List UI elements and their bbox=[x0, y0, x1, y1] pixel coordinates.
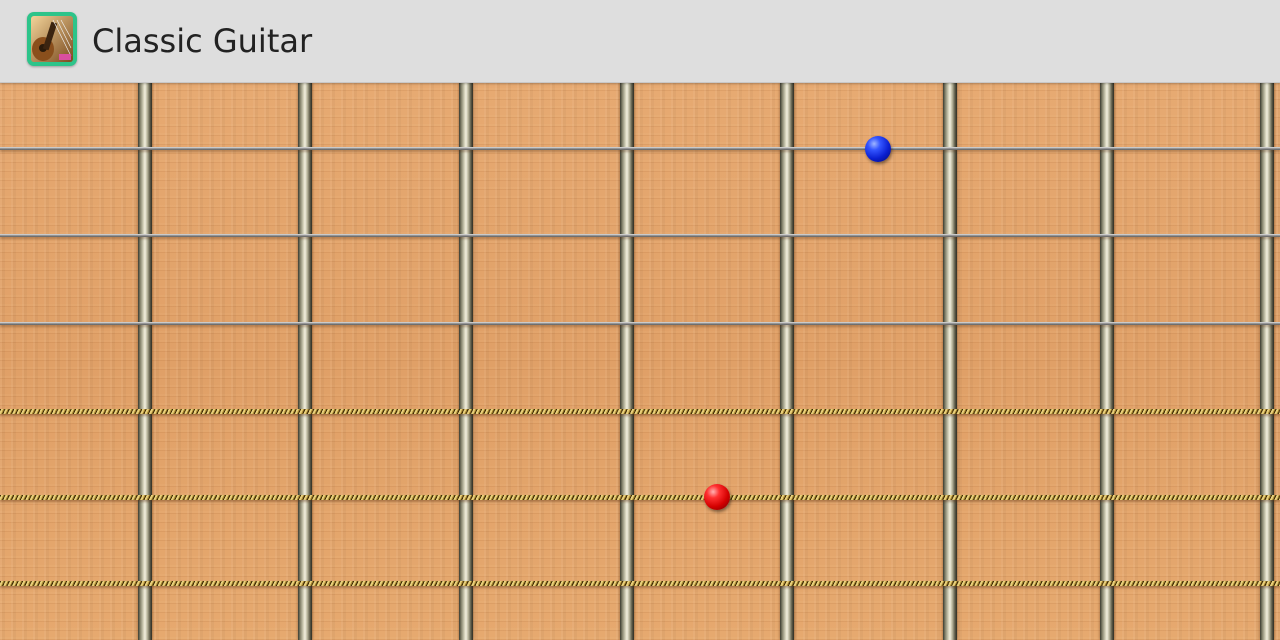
string-1[interactable] bbox=[0, 147, 1280, 150]
guitar-icon bbox=[31, 16, 73, 62]
string-2[interactable] bbox=[0, 234, 1280, 237]
string-4[interactable] bbox=[0, 409, 1280, 414]
guitar-app-icon[interactable] bbox=[27, 12, 77, 66]
app-title: Classic Guitar bbox=[92, 22, 313, 60]
fret-3 bbox=[459, 83, 473, 640]
fret-6 bbox=[943, 83, 957, 640]
fret-1 bbox=[138, 83, 152, 640]
fret-8 bbox=[1260, 83, 1274, 640]
fret-7 bbox=[1100, 83, 1114, 640]
fret-4 bbox=[620, 83, 634, 640]
string-6[interactable] bbox=[0, 581, 1280, 586]
blue-note-marker bbox=[865, 136, 891, 162]
string-5[interactable] bbox=[0, 495, 1280, 500]
red-note-marker bbox=[704, 484, 730, 510]
app-bar: Classic Guitar bbox=[0, 0, 1280, 83]
fretboard[interactable] bbox=[0, 83, 1280, 640]
fret-2 bbox=[298, 83, 312, 640]
string-3[interactable] bbox=[0, 322, 1280, 325]
fret-5 bbox=[780, 83, 794, 640]
